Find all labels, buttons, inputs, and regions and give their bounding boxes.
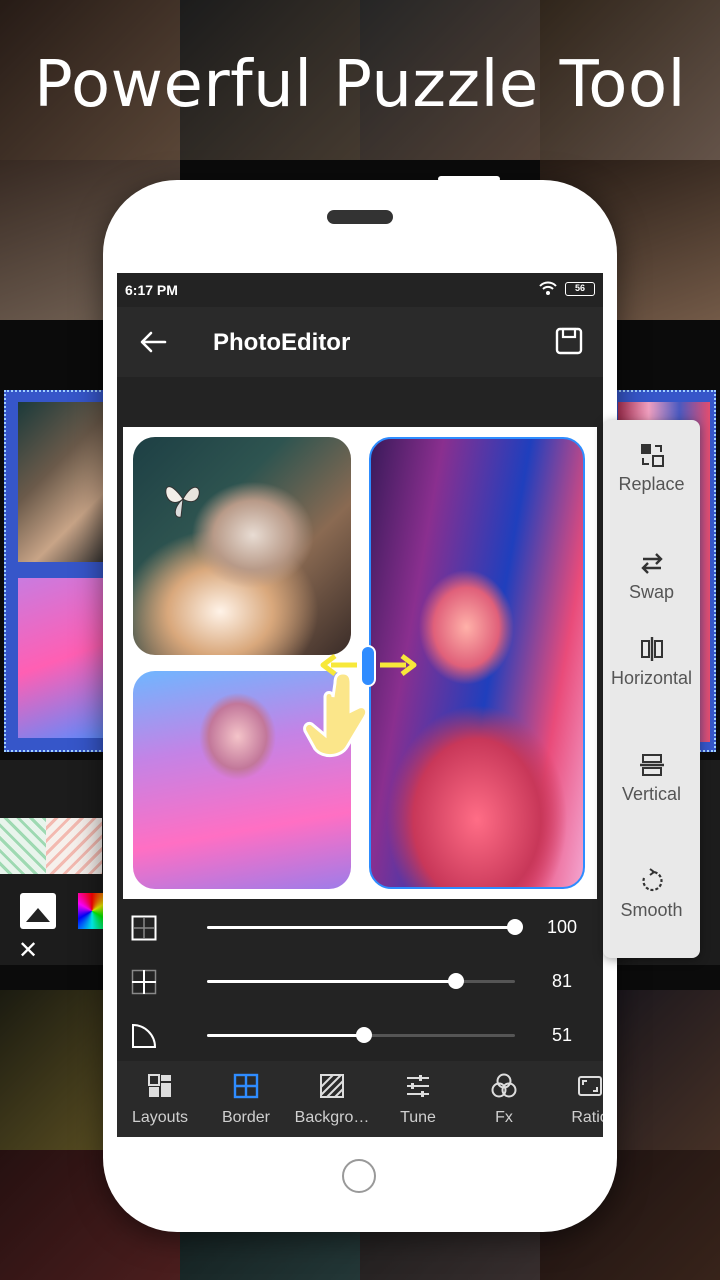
save-icon[interactable] — [555, 327, 583, 355]
layouts-icon — [148, 1074, 171, 1097]
ratio-icon — [578, 1076, 602, 1096]
collage-canvas — [123, 427, 597, 899]
back-arrow-icon[interactable] — [139, 329, 167, 355]
background-icon — [320, 1074, 344, 1098]
close-icon[interactable]: ✕ — [18, 936, 38, 965]
slider-thumb[interactable] — [356, 1027, 373, 1043]
tab-border[interactable]: Border — [203, 1061, 289, 1137]
wifi-icon — [539, 281, 557, 295]
phone-speaker — [327, 210, 393, 224]
border-outer-icon — [131, 915, 157, 941]
status-time: 6:17 PM — [125, 282, 178, 298]
horizontal-split-icon — [640, 637, 663, 661]
slider-corner-radius[interactable]: 51 — [117, 1011, 603, 1065]
slider-value: 51 — [551, 1025, 573, 1045]
tab-background[interactable]: Backgro… — [289, 1061, 375, 1137]
smooth-icon — [641, 868, 663, 892]
slider-thumb[interactable] — [507, 919, 523, 935]
image-background-icon[interactable] — [20, 893, 56, 929]
slider-thumb[interactable] — [448, 973, 465, 989]
drag-right-arrow-icon — [380, 654, 417, 676]
slider-value: 81 — [551, 971, 573, 991]
home-button[interactable] — [342, 1159, 376, 1193]
collage-preview-left — [4, 390, 110, 752]
phone-frame: 6:17 PM 56 PhotoEditor 100 81 51 Layouts… — [103, 176, 617, 1232]
status-bar: 6:17 PM 56 — [117, 273, 603, 307]
color-wheel-icon[interactable] — [78, 893, 106, 929]
fx-icon — [491, 1073, 517, 1098]
slider-inner-border[interactable]: 81 — [117, 957, 603, 1011]
tab-tune[interactable]: Tune — [375, 1061, 461, 1137]
collage-cell-cat[interactable] — [133, 437, 351, 655]
border-inner-icon — [131, 969, 157, 995]
menu-item-horizontal[interactable]: Horizontal — [603, 636, 700, 689]
tune-icon — [407, 1075, 429, 1097]
border-sliders: 100 81 51 — [117, 903, 603, 1063]
menu-item-replace[interactable]: Replace — [603, 442, 700, 495]
corner-radius-icon — [132, 1023, 157, 1048]
menu-item-smooth[interactable]: Smooth — [603, 868, 700, 921]
tab-layouts[interactable]: Layouts — [117, 1061, 203, 1137]
border-icon — [233, 1073, 259, 1099]
vertical-split-icon — [639, 754, 664, 776]
bottom-tab-bar: Layouts Border Backgro… Tune Fx Rati — [117, 1061, 603, 1137]
swap-icon — [640, 553, 663, 574]
replace-icon — [640, 444, 664, 467]
promo-headline: Powerful Puzzle Tool — [34, 48, 686, 122]
hand-gesture-icon — [303, 671, 369, 757]
tab-fx[interactable]: Fx — [461, 1061, 547, 1137]
phone-screen: 6:17 PM 56 PhotoEditor 100 81 51 Layouts… — [117, 273, 603, 1137]
slider-value: 100 — [546, 917, 578, 937]
butterfly-graphic — [165, 486, 200, 518]
app-title: PhotoEditor — [213, 329, 351, 356]
battery-icon: 56 — [565, 282, 595, 296]
pattern-swatch[interactable] — [46, 818, 102, 874]
slider-outer-border[interactable]: 100 — [117, 903, 603, 957]
cell-context-menu: Replace Swap Horizontal Vertical Smooth — [603, 420, 700, 958]
menu-item-swap[interactable]: Swap — [603, 550, 700, 603]
menu-item-vertical[interactable]: Vertical — [603, 752, 700, 805]
app-bar: PhotoEditor — [117, 307, 603, 377]
tab-ratio[interactable]: Ratio — [547, 1061, 603, 1137]
